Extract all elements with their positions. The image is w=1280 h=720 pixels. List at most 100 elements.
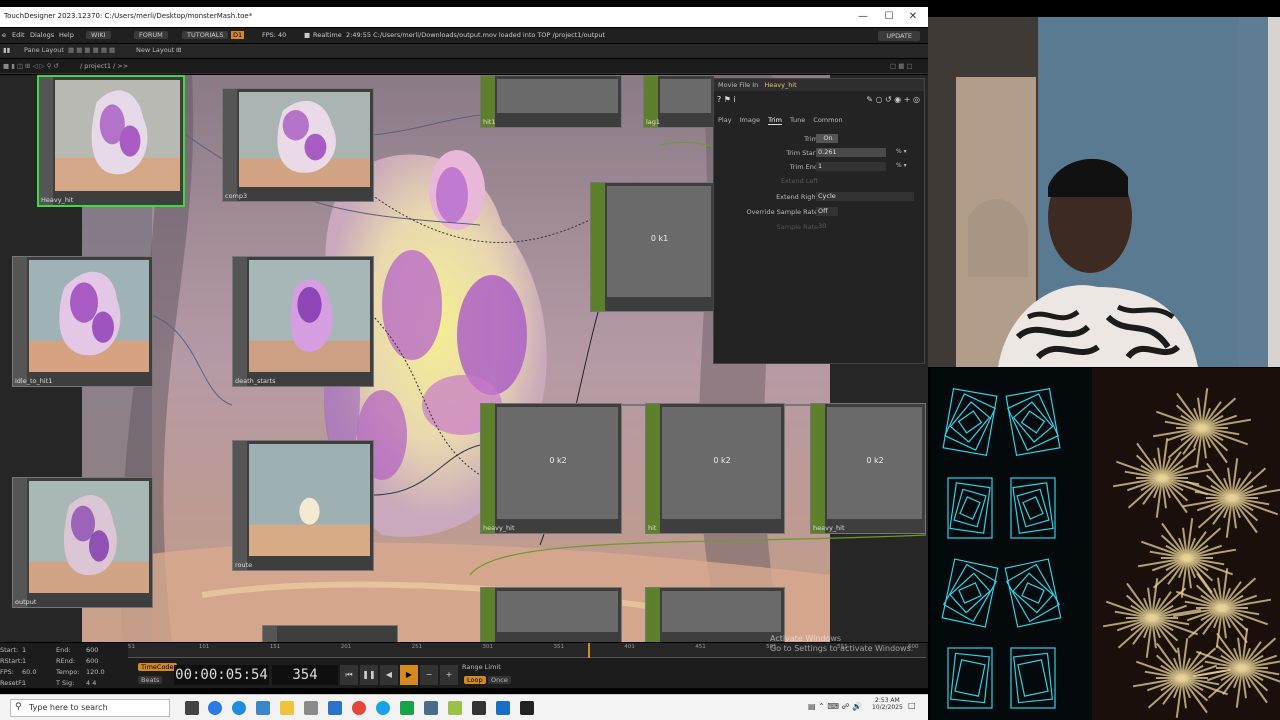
- wiki-button[interactable]: WIKI: [86, 31, 111, 39]
- add-layout-icon[interactable]: ⊞: [176, 46, 181, 54]
- watermark-subtitle: Go to Settings to activate Windows.: [770, 644, 914, 653]
- node-bottom-partial[interactable]: [262, 625, 398, 642]
- override-sample-rate-toggle[interactable]: Off: [816, 207, 838, 216]
- node-heavy-hit-chop2[interactable]: 0 k2 heavy_hit: [810, 403, 926, 534]
- loop-button[interactable]: Loop: [464, 676, 486, 684]
- touchdesigner-pen-icon[interactable]: [448, 701, 462, 715]
- maximize-button[interactable]: ☐: [878, 9, 900, 25]
- edge-icon[interactable]: [208, 701, 222, 715]
- playhead[interactable]: [588, 643, 590, 658]
- teams-icon[interactable]: [496, 701, 510, 715]
- operator-name[interactable]: Heavy_hit: [764, 81, 796, 89]
- path-right-icons[interactable]: □ ▦ □: [890, 62, 913, 70]
- folder-icon[interactable]: [280, 701, 294, 715]
- param-row-trim: Trim On: [714, 133, 926, 145]
- menu-edit[interactable]: Edit: [12, 31, 25, 39]
- trim-end-field[interactable]: 1: [816, 162, 886, 171]
- trim-end-unit-dropdown[interactable]: % ▾: [896, 162, 907, 169]
- node-lag1[interactable]: lag1: [643, 75, 715, 128]
- forum-button[interactable]: FORUM: [134, 31, 168, 39]
- sample-rate-field[interactable]: 30: [816, 222, 876, 231]
- tray-icons[interactable]: ▤ ⌃ ⌨ ☍ 🔊: [808, 702, 862, 711]
- menu-dialogs[interactable]: Dialogs: [30, 31, 54, 39]
- step-forward-button[interactable]: −: [420, 665, 438, 685]
- once-button[interactable]: Once: [488, 676, 511, 684]
- rend-value[interactable]: 600: [86, 657, 98, 665]
- node-heavy-hit-chop[interactable]: 0 k2 heavy_hit: [480, 403, 622, 534]
- touchdesigner-icon[interactable]: [472, 701, 486, 715]
- messenger-icon[interactable]: [376, 701, 390, 715]
- node-hit-chop[interactable]: 0 k2 hit: [645, 403, 785, 534]
- frame-display[interactable]: 354: [272, 665, 338, 685]
- node-side-icons: [591, 183, 605, 311]
- rstart-value[interactable]: 1: [22, 657, 26, 665]
- resetf-value[interactable]: 1: [22, 679, 26, 687]
- close-button[interactable]: ✕: [902, 9, 924, 25]
- timecode-display[interactable]: 00:00:05:54: [174, 665, 269, 685]
- tab-image[interactable]: Image: [740, 116, 760, 124]
- timecode-mode-button[interactable]: TimeCode: [138, 663, 177, 671]
- calculator-icon[interactable]: [424, 701, 438, 715]
- notifications-icon[interactable]: □: [908, 701, 916, 710]
- panel-tool-icons[interactable]: ✎ ○ ↺ ◉ + ◎: [866, 95, 920, 104]
- minimize-button[interactable]: —: [852, 9, 874, 25]
- terminal-icon[interactable]: [520, 701, 534, 715]
- node-death-starts[interactable]: death_starts: [232, 256, 374, 387]
- pane-layout-label[interactable]: Pane Layout: [24, 46, 64, 54]
- nav-icons[interactable]: ■ ▮ ◫ ⊞ ◁ ▷ ⚲ ↺: [3, 62, 59, 70]
- new-layout-label[interactable]: New Layout: [136, 46, 174, 54]
- play-button[interactable]: ▶: [400, 665, 418, 685]
- split-icon[interactable]: ▮▮: [3, 46, 10, 54]
- whatsapp-icon[interactable]: [400, 701, 414, 715]
- fps-value[interactable]: 60.0: [22, 668, 36, 676]
- node-output[interactable]: output: [12, 477, 153, 608]
- node-heavy-hit-selected[interactable]: Heavy_hit: [37, 75, 185, 207]
- realtime-checkbox-icon[interactable]: ■: [304, 31, 310, 39]
- node-idle-to-hit1[interactable]: idle_to_hit1: [12, 256, 153, 387]
- node-label: route: [235, 561, 253, 569]
- menu-file[interactable]: e: [2, 31, 6, 39]
- add-button[interactable]: +: [440, 665, 458, 685]
- tab-trim[interactable]: Trim: [768, 116, 782, 125]
- tab-tune[interactable]: Tune: [790, 116, 805, 124]
- taskbar-search-input[interactable]: Type here to search: [10, 699, 170, 717]
- window-titlebar[interactable]: TouchDesigner 2023.12370: C:/Users/merli…: [0, 7, 928, 27]
- vscode-icon[interactable]: [328, 701, 342, 715]
- trim-start-unit-dropdown[interactable]: % ▾: [896, 148, 907, 155]
- node-chop-bottom-1[interactable]: [480, 587, 622, 642]
- node-comp3[interactable]: comp3: [222, 88, 374, 202]
- start-value[interactable]: 1: [22, 646, 26, 654]
- app-icon[interactable]: [304, 701, 318, 715]
- browser-icon[interactable]: [232, 701, 246, 715]
- tab-common[interactable]: Common: [813, 116, 842, 124]
- node-chop-bottom-2[interactable]: [645, 587, 785, 642]
- clock[interactable]: 2:53 AM 10/2/2025: [872, 697, 903, 711]
- menu-help[interactable]: Help: [59, 31, 74, 39]
- trim-toggle[interactable]: On: [816, 134, 838, 143]
- ruler-tick: 251: [411, 644, 423, 650]
- tutorials-button[interactable]: TUTORIALS: [182, 31, 229, 39]
- network-path[interactable]: / project1 / >>: [80, 62, 128, 70]
- chrome-icon[interactable]: [352, 701, 366, 715]
- file-icon[interactable]: [256, 701, 270, 715]
- help-icon[interactable]: ? ⚑ i: [717, 95, 736, 104]
- param-row-extend-left: Extend Left: [714, 175, 926, 187]
- update-button[interactable]: UPDATE: [878, 31, 920, 41]
- node-route[interactable]: route: [232, 440, 374, 571]
- end-value[interactable]: 600: [86, 646, 98, 654]
- critical-badge[interactable]: D1: [231, 31, 245, 39]
- rewind-button[interactable]: ⏮: [340, 665, 358, 685]
- tsig-value[interactable]: 4 4: [86, 679, 96, 687]
- layout-grid-icons[interactable]: ▦ ▦ ▦ ▦ ▦ ▦: [68, 46, 115, 54]
- node-chop-k1[interactable]: 0 k1: [590, 182, 715, 312]
- beats-mode-button[interactable]: Beats: [138, 676, 163, 684]
- trim-start-field[interactable]: 0.261: [816, 148, 886, 157]
- tempo-value[interactable]: 120.0: [86, 668, 105, 676]
- extend-right-dropdown[interactable]: Cycle: [816, 192, 914, 201]
- tab-play[interactable]: Play: [718, 116, 732, 124]
- pause-button[interactable]: ❚❚: [360, 665, 378, 685]
- task-view-icon[interactable]: [185, 701, 199, 715]
- node-thumbnail: [55, 80, 180, 191]
- node-hit1[interactable]: hit1: [480, 75, 622, 128]
- step-back-button[interactable]: ◀: [380, 665, 398, 685]
